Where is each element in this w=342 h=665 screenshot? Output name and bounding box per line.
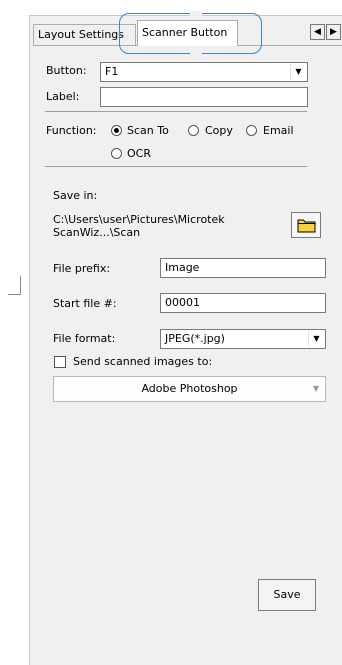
target-app-select[interactable]: Adobe Photoshop ▼ xyxy=(53,376,326,402)
label-input[interactable] xyxy=(100,87,308,107)
section-divider xyxy=(45,166,307,167)
file-format-select[interactable]: JPEG(*.jpg) ▼ xyxy=(160,329,326,349)
send-images-label: Send scanned images to: xyxy=(73,355,213,368)
file-format-label: File format: xyxy=(53,332,116,345)
tab-scroll-right-button[interactable]: ▶ xyxy=(326,24,341,40)
label-label: Label: xyxy=(46,90,80,103)
send-images-checkbox[interactable] xyxy=(54,356,66,368)
chevron-left-icon: ◀ xyxy=(314,27,321,37)
button-select-value: F1 xyxy=(105,65,119,78)
focus-highlight-gap xyxy=(190,51,202,56)
section-divider xyxy=(45,111,307,112)
button-select[interactable]: F1 ▼ xyxy=(100,62,308,82)
tab-scroll-left-button[interactable]: ◀ xyxy=(310,24,325,40)
save-path-line2: ScanWiz...\Scan xyxy=(53,226,141,239)
file-prefix-input[interactable]: Image xyxy=(160,258,326,278)
save-path-line1: C:\Users\user\Pictures\Microtek xyxy=(53,213,225,226)
radio-email-label: Email xyxy=(263,124,294,137)
window-edge-marker xyxy=(8,276,21,295)
browse-folder-button[interactable] xyxy=(291,212,321,238)
chevron-down-icon: ▼ xyxy=(312,384,320,393)
radio-scan-to[interactable] xyxy=(111,125,122,136)
start-file-input[interactable]: 00001 xyxy=(160,293,326,313)
radio-copy[interactable] xyxy=(188,125,199,136)
focus-highlight-gap xyxy=(190,11,202,16)
focus-highlight xyxy=(119,13,262,54)
chevron-right-icon: ▶ xyxy=(330,27,337,37)
save-button[interactable]: Save xyxy=(258,579,316,611)
chevron-down-icon: ▼ xyxy=(290,64,306,80)
folder-icon xyxy=(297,219,316,233)
target-app-value: Adobe Photoshop xyxy=(141,382,238,395)
button-label: Button: xyxy=(46,64,87,77)
file-format-value: JPEG(*.jpg) xyxy=(165,332,225,345)
start-file-label: Start file #: xyxy=(53,297,117,310)
radio-email[interactable] xyxy=(246,125,257,136)
file-prefix-label: File prefix: xyxy=(53,262,111,275)
radio-copy-label: Copy xyxy=(205,124,233,137)
save-in-label: Save in: xyxy=(53,189,98,202)
function-label: Function: xyxy=(46,124,97,137)
radio-ocr-label: OCR xyxy=(127,147,151,160)
radio-ocr[interactable] xyxy=(111,148,122,159)
chevron-down-icon: ▼ xyxy=(308,331,324,347)
radio-scan-to-label: Scan To xyxy=(127,124,169,137)
